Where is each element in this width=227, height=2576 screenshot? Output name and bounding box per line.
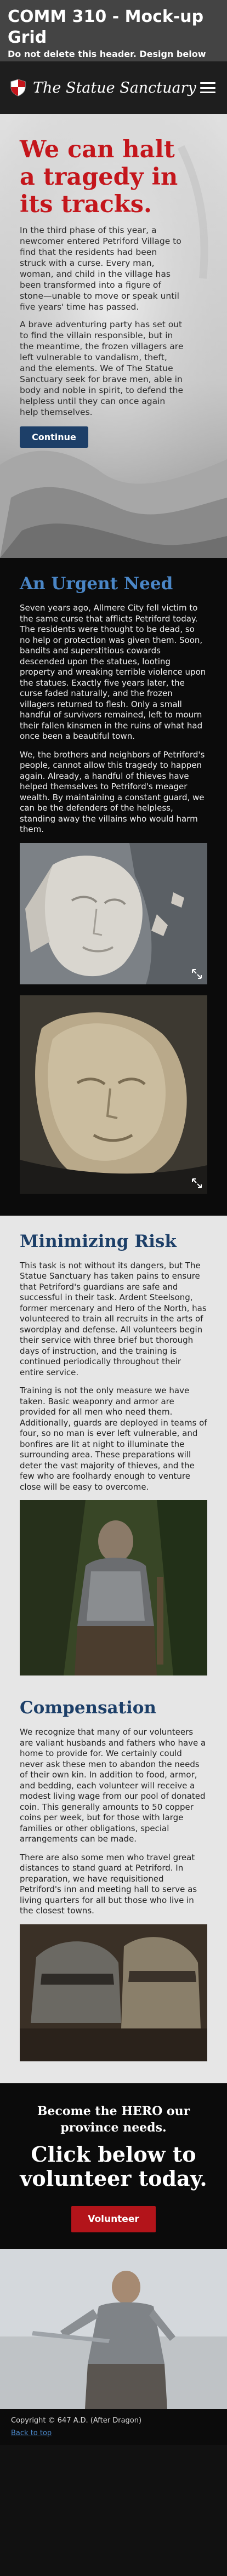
urgent-paragraph: Seven years ago, Allmere City fell victi… bbox=[20, 603, 206, 741]
expand-icon[interactable] bbox=[191, 1177, 203, 1189]
risk-paragraph: This task is not without its dangers, bu… bbox=[20, 1260, 207, 1377]
urgent-paragraph: We, the brothers and neighbors of Petrif… bbox=[20, 749, 205, 835]
back-to-top-link[interactable]: Back to top bbox=[11, 2429, 52, 2437]
compensation-heading: Compensation bbox=[20, 1698, 156, 1718]
statue-face-illustration bbox=[20, 842, 207, 984]
hamburger-menu-icon[interactable] bbox=[198, 79, 217, 96]
shield-icon[interactable] bbox=[10, 79, 26, 96]
cta-heading: Click below to volunteer today. bbox=[20, 2141, 207, 2191]
weathered-statue-face-image[interactable] bbox=[20, 995, 207, 1194]
page: COMM 310 - Mock-up Grid Do not delete th… bbox=[0, 0, 227, 2576]
hero-section: We can halt a tragedy in its tracks. In … bbox=[0, 114, 227, 558]
hero-paragraph: A brave adventuring party has set out to… bbox=[20, 320, 184, 417]
footer: Copyright © 647 A.D. (After Dragon) Back… bbox=[0, 2408, 227, 2445]
knight-illustration bbox=[0, 2248, 227, 2409]
armored-guard-image bbox=[20, 1500, 207, 1675]
volunteer-button[interactable]: Volunteer bbox=[71, 2205, 156, 2232]
expand-icon[interactable] bbox=[191, 968, 203, 980]
compensation-section: Compensation We recognize that many of o… bbox=[0, 1697, 227, 2083]
compensation-paragraph: We recognize that many of our volunteers… bbox=[20, 1727, 206, 1844]
course-banner: COMM 310 - Mock-up Grid Do not delete th… bbox=[0, 0, 227, 71]
copyright-text: Copyright © 647 A.D. (After Dragon) bbox=[11, 2416, 142, 2425]
helmets-image bbox=[20, 1924, 207, 2061]
armored-guard-illustration bbox=[20, 1500, 207, 1675]
risk-paragraph: Training is not the only measure we have… bbox=[20, 1386, 207, 1492]
cta-subheading: Become the HERO our province needs. bbox=[37, 2104, 190, 2135]
compensation-paragraph: There are also some men who travel great… bbox=[20, 1852, 197, 1916]
course-title: COMM 310 - Mock-up Grid bbox=[8, 7, 204, 47]
volunteer-cta-section: Become the HERO our province needs. Clic… bbox=[0, 2083, 227, 2249]
hero-heading: We can halt a tragedy in its tracks. bbox=[20, 136, 178, 218]
urgent-need-heading: An Urgent Need bbox=[20, 574, 173, 594]
brand-name[interactable]: The Statue Sanctuary bbox=[33, 79, 198, 96]
weathered-statue-illustration bbox=[20, 995, 207, 1194]
urgent-need-section: An Urgent Need Seven years ago, Allmere … bbox=[0, 558, 227, 1216]
hero-content: We can halt a tragedy in its tracks. In … bbox=[20, 136, 184, 448]
minimizing-risk-section: Minimizing Risk This task is not without… bbox=[0, 1215, 227, 1697]
broken-statue-face-image[interactable] bbox=[20, 842, 207, 984]
helmets-illustration bbox=[20, 1924, 207, 2061]
continue-button[interactable]: Continue bbox=[20, 426, 88, 448]
navbar: The Statue Sanctuary bbox=[0, 61, 227, 114]
knight-banner-image bbox=[0, 2248, 227, 2409]
minimizing-risk-heading: Minimizing Risk bbox=[20, 1231, 177, 1251]
hero-paragraph: In the third phase of this year, a newco… bbox=[20, 225, 181, 312]
